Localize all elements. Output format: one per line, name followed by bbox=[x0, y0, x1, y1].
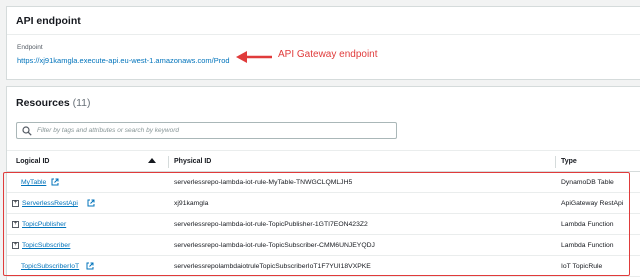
physical-id: serverlessrepo-lambda-iot-rule-TopicSubs… bbox=[174, 242, 375, 249]
table-row: + TopicPublisher serverlessrepo-lambda-i… bbox=[7, 214, 640, 235]
physical-id: serverlessrepo-lambda-iot-rule-TopicPubl… bbox=[174, 221, 368, 228]
resources-table-header: Logical ID Physical ID Type bbox=[7, 150, 640, 172]
external-link-icon[interactable] bbox=[51, 178, 59, 186]
resources-panel: Resources (11) Filter by tags and attrib… bbox=[6, 86, 640, 280]
logical-id-link[interactable]: MyTable bbox=[21, 179, 46, 186]
resources-title: Resources (11) bbox=[16, 97, 91, 109]
resource-type: Lambda Function bbox=[561, 242, 614, 249]
logical-id-link[interactable]: TopicSubscriberIoT bbox=[21, 263, 79, 270]
cloudformation-stack-page: API endpoint Endpoint https://xj91kamgla… bbox=[0, 0, 640, 280]
column-divider bbox=[168, 156, 169, 168]
resources-title-text: Resources bbox=[16, 97, 70, 109]
resources-search-input[interactable]: Filter by tags and attributes or search … bbox=[16, 122, 397, 139]
api-endpoint-title: API endpoint bbox=[7, 7, 640, 35]
table-row: MyTable serverlessrepo-lambda-iot-rule-M… bbox=[7, 172, 640, 193]
resource-type: ApiGateway RestApi bbox=[561, 200, 624, 207]
sort-descending-icon[interactable] bbox=[148, 157, 156, 165]
external-link-icon[interactable] bbox=[87, 199, 95, 207]
logical-id-link[interactable]: TopicSubscriber bbox=[22, 242, 70, 249]
search-placeholder: Filter by tags and attributes or search … bbox=[37, 127, 179, 134]
column-divider bbox=[555, 156, 556, 168]
red-arrow-icon bbox=[236, 51, 272, 63]
search-icon bbox=[22, 126, 32, 136]
endpoint-label: Endpoint bbox=[17, 44, 43, 51]
column-physical-id[interactable]: Physical ID bbox=[174, 158, 211, 165]
resource-type: DynamoDB Table bbox=[561, 179, 614, 186]
expand-icon[interactable]: + bbox=[12, 242, 19, 249]
resource-type: Lambda Function bbox=[561, 221, 614, 228]
table-row: + ServerlessRestApi xj91kamgla ApiGatewa… bbox=[7, 193, 640, 214]
annotation-text: API Gateway endpoint bbox=[278, 49, 378, 60]
table-row: + TopicSubscriber serverlessrepo-lambda-… bbox=[7, 235, 640, 256]
physical-id: serverlessrepolambdaiotruleTopicSubscrib… bbox=[174, 263, 371, 270]
logical-id-link[interactable]: TopicPublisher bbox=[22, 221, 66, 228]
table-row: TopicSubscriberIoT serverlessrepolambdai… bbox=[7, 256, 640, 277]
api-endpoint-panel: API endpoint Endpoint https://xj91kamgla… bbox=[6, 6, 640, 80]
endpoint-url-link[interactable]: https://xj91kamgla.execute-api.eu-west-1… bbox=[17, 56, 230, 65]
resources-count: (11) bbox=[72, 97, 91, 109]
column-type[interactable]: Type bbox=[561, 158, 577, 165]
external-link-icon[interactable] bbox=[86, 262, 94, 270]
resources-table-body: MyTable serverlessrepo-lambda-iot-rule-M… bbox=[7, 172, 640, 277]
physical-id: xj91kamgla bbox=[174, 200, 209, 207]
logical-id-link[interactable]: ServerlessRestApi bbox=[22, 200, 78, 207]
api-gateway-annotation: API Gateway endpoint bbox=[234, 47, 394, 67]
resource-type: IoT TopicRule bbox=[561, 263, 603, 270]
column-logical-id[interactable]: Logical ID bbox=[16, 158, 49, 165]
physical-id: serverlessrepo-lambda-iot-rule-MyTable-T… bbox=[174, 179, 353, 186]
expand-icon[interactable]: + bbox=[12, 221, 19, 228]
expand-icon[interactable]: + bbox=[12, 200, 19, 207]
